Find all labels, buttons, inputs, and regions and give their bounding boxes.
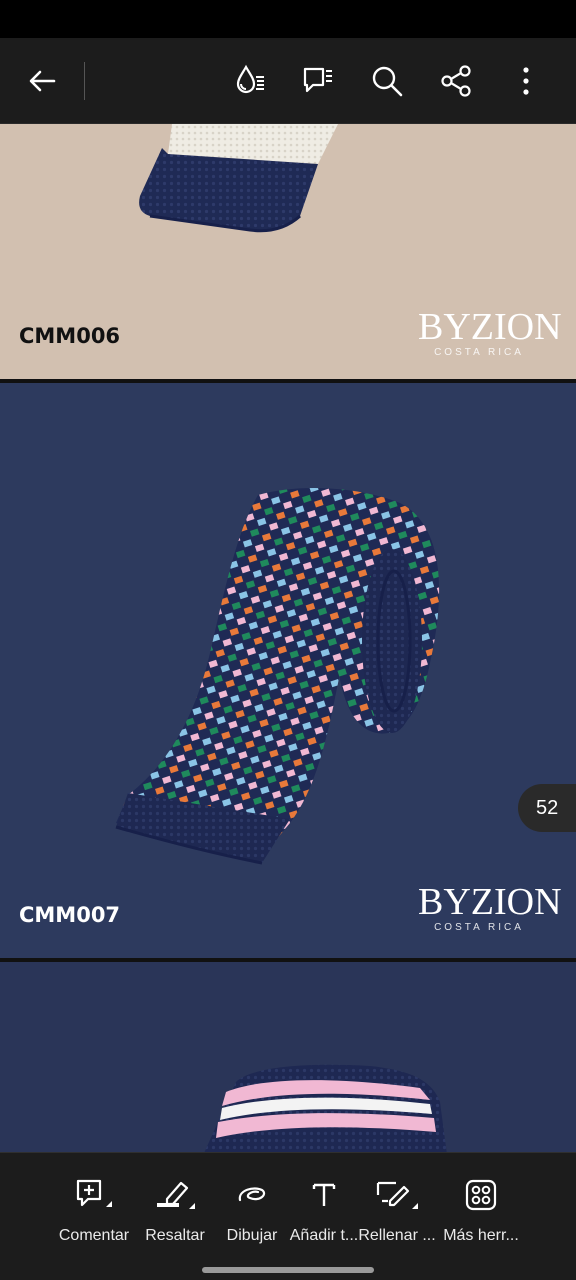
search-icon[interactable] bbox=[365, 59, 409, 103]
document-page-cmm006: CMM006 BYZION COSTA RICA bbox=[0, 124, 576, 379]
brand-logo: BYZION COSTA RICA bbox=[418, 881, 562, 933]
product-code: CMM007 bbox=[19, 903, 121, 927]
document-viewer[interactable]: CMM006 BYZION COSTA RICA CMM007 BYZION C… bbox=[0, 124, 576, 1152]
home-indicator[interactable] bbox=[202, 1267, 374, 1273]
share-icon[interactable] bbox=[434, 59, 478, 103]
document-page-next bbox=[0, 962, 576, 1152]
more-vertical-icon[interactable] bbox=[504, 59, 548, 103]
tool-more-tools[interactable]: Más herr... bbox=[437, 1175, 525, 1245]
comments-icon[interactable] bbox=[296, 59, 340, 103]
brand-logo: BYZION COSTA RICA bbox=[418, 306, 562, 358]
fill-sign-icon bbox=[353, 1175, 441, 1215]
tie-image-next bbox=[204, 1064, 447, 1152]
tool-fill-sign[interactable]: Rellenar ... bbox=[353, 1175, 441, 1245]
liquid-mode-icon[interactable] bbox=[228, 59, 272, 103]
add-comment-icon bbox=[50, 1175, 138, 1215]
top-toolbar bbox=[0, 38, 576, 124]
status-bar bbox=[0, 0, 576, 38]
more-tools-icon bbox=[437, 1175, 525, 1215]
tool-comment[interactable]: Comentar bbox=[50, 1175, 138, 1245]
highlight-icon bbox=[131, 1175, 219, 1215]
tool-highlight[interactable]: Resaltar bbox=[131, 1175, 219, 1245]
page-number-indicator[interactable]: 52 bbox=[518, 784, 576, 832]
product-code: CMM006 bbox=[19, 324, 121, 348]
document-page-cmm007: CMM007 BYZION COSTA RICA bbox=[0, 383, 576, 958]
back-arrow-icon[interactable] bbox=[20, 59, 64, 103]
tie-image-cmm007 bbox=[115, 488, 440, 865]
bottom-toolbar: Comentar Resaltar Dibujar Añadir t... Re… bbox=[0, 1152, 576, 1280]
toolbar-divider bbox=[84, 62, 85, 100]
